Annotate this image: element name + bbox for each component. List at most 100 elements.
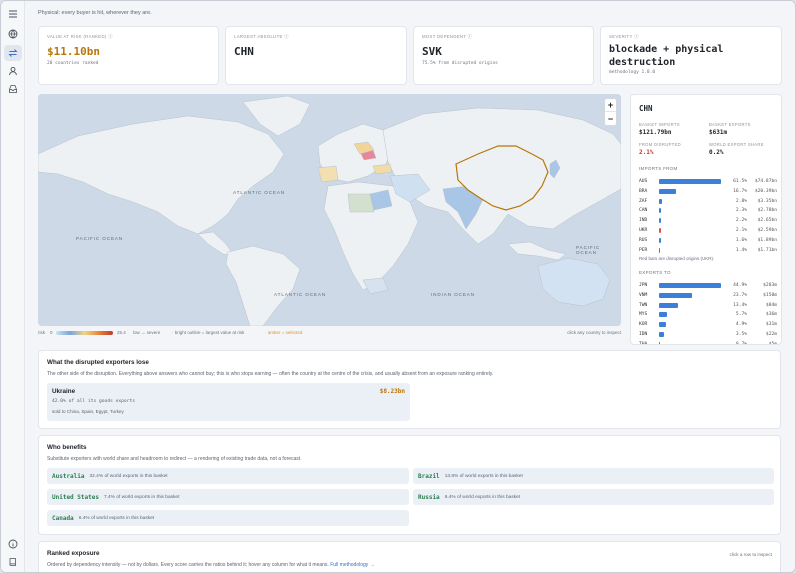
bar-country-code: THA	[639, 341, 648, 345]
bar-fill	[659, 188, 676, 194]
legend-gradient	[56, 331, 113, 335]
info-icon[interactable]: ⓘ	[634, 34, 639, 39]
bar-country-code: TWN	[639, 302, 648, 308]
bar-percent: 2.2%	[735, 218, 747, 224]
bar-row[interactable]: ZAF 2.8% $3.35bn	[639, 198, 777, 206]
inbox-icon[interactable]	[4, 81, 22, 97]
info-icon[interactable]: ⓘ	[284, 34, 289, 39]
legend-max: 25.4	[117, 330, 126, 335]
benefit-item[interactable]: Canada 6.4% of world exports in this bas…	[47, 510, 409, 526]
user-icon[interactable]	[4, 63, 22, 79]
info-icon[interactable]: ⓘ	[468, 34, 473, 39]
benefit-item[interactable]: Australia 32.4% of world exports in this…	[47, 468, 409, 484]
bar-row[interactable]: JPN 44.9% $283m	[639, 282, 777, 290]
bar-country-code: VNM	[639, 292, 648, 298]
ocean-label: PACIFIC OCEAN	[76, 236, 124, 241]
bar-track	[659, 247, 721, 253]
libya	[347, 193, 375, 213]
bar-percent: 5.7%	[735, 312, 747, 318]
info-icon[interactable]	[4, 536, 22, 552]
bar-track	[659, 237, 721, 243]
world-map[interactable]: ATLANTIC OCEAN PACIFIC OCEAN ATLANTIC OC…	[38, 94, 621, 326]
bar-value: $2.59bn	[757, 228, 777, 233]
legend-hint: click any country to inspect	[567, 330, 621, 335]
bar-percent: 1.4%	[735, 247, 747, 253]
swap-icon[interactable]	[4, 45, 22, 61]
methodology-link[interactable]: Full methodology →	[330, 562, 374, 568]
country-detail-panel: CHN Basket imports $121.79bn Basket expo…	[630, 94, 782, 345]
bar-row[interactable]: KOR 4.9% $31m	[639, 321, 777, 329]
bar-track	[659, 332, 721, 337]
bar-row[interactable]: IND 2.2% $2.65bn	[639, 217, 777, 225]
legend-outline-note: · bright outline = largest value at risk	[172, 330, 245, 335]
bar-value: $1.89bn	[757, 237, 777, 243]
bar-country-code: UKR	[639, 228, 648, 233]
stat-label: Basket exports	[709, 122, 751, 127]
turkey	[372, 163, 393, 175]
zoom-in-button[interactable]: +	[605, 99, 616, 112]
bar-row[interactable]: RUS 1.6% $1.89bn	[639, 237, 777, 245]
bar-country-code: BRA	[639, 188, 648, 194]
stat-basket-exports: Basket exports $631m	[709, 122, 777, 136]
bar-value: $74.87bn	[754, 179, 777, 184]
bar-value: $2.65bn	[757, 218, 777, 224]
bar-row[interactable]: MYS 5.7% $36m	[639, 311, 777, 319]
globe-icon[interactable]	[4, 26, 22, 42]
bar-row[interactable]: THA 0.7% $5m	[639, 341, 777, 345]
bar-fill	[659, 312, 667, 318]
zoom-out-button[interactable]: −	[605, 112, 616, 125]
bar-row[interactable]: UKR 2.1% $2.59bn	[639, 227, 777, 235]
panel-desc: Ordered by dependency intensity — not by…	[47, 562, 375, 568]
exporter-card-ukraine[interactable]: Ukraine $8.23bn 42.0% of all its goods e…	[47, 383, 410, 421]
ranked-hint: click a row to inspect	[729, 552, 772, 557]
kpi-value: CHN	[234, 45, 254, 58]
stat-label: From disrupted	[639, 142, 681, 147]
stat-value: $631m	[709, 129, 728, 136]
kpi-value: $11.10bn	[47, 45, 100, 58]
bar-track	[659, 218, 721, 224]
benefit-country: Canada	[52, 514, 74, 522]
bar-country-code: ZAF	[639, 198, 648, 204]
ocean-label: ATLANTIC OCEAN	[274, 292, 327, 297]
benefit-item[interactable]: Russia 6.4% of world exports in this bas…	[413, 489, 774, 505]
bar-row[interactable]: PER 1.4% $1.71bn	[639, 247, 777, 255]
page-subtitle: Physical: every buyer is hit, wherever t…	[38, 10, 152, 16]
ocean-label: ATLANTIC OCEAN	[233, 190, 286, 195]
menu-icon[interactable]	[4, 6, 22, 22]
bar-percent: 3.5%	[735, 332, 747, 337]
bar-track	[659, 322, 721, 328]
benefit-text: 6.4% of world exports in this basket	[444, 494, 521, 500]
kpi-value: SVK	[422, 45, 442, 58]
panel-desc: The other side of the disruption. Everyt…	[47, 371, 494, 377]
kpi-label: Most dependent ⓘ	[422, 34, 473, 39]
bar-value: $36m	[765, 312, 777, 318]
ranked-panel: Ranked exposure Ordered by dependency in…	[38, 541, 781, 572]
map-canvas[interactable]	[38, 94, 621, 326]
map-legend: risk 0 25.4 low → severe · bright outlin…	[38, 330, 621, 338]
info-icon[interactable]: ⓘ	[108, 34, 113, 39]
ocean-label: PACIFIC OCEAN	[576, 245, 601, 255]
benefit-item[interactable]: Brazil 13.8% of world exports in this ba…	[413, 468, 774, 484]
bar-value: $2.78bn	[757, 208, 777, 214]
kpi-label: Value at risk (ranked) ⓘ	[47, 34, 113, 39]
bar-country-code: JPN	[639, 283, 648, 288]
legend-scale-note: low → severe	[133, 330, 161, 335]
bar-row[interactable]: BRA 16.7% $20.39bn	[639, 188, 777, 196]
book-icon[interactable]	[4, 554, 22, 570]
bar-track	[659, 188, 721, 194]
bar-value: $3.35bn	[757, 198, 777, 204]
bar-row[interactable]: TWN 13.4% $84m	[639, 302, 777, 310]
bar-country-code: AUS	[639, 179, 648, 184]
bar-row[interactable]: AUS 61.5% $74.87bn	[639, 178, 777, 186]
bar-value: $5m	[768, 341, 777, 345]
benefit-item[interactable]: United States 7.4% of world exports in t…	[47, 489, 409, 505]
bar-percent: 0.7%	[735, 341, 747, 345]
bar-percent: 2.1%	[735, 228, 747, 233]
exports-heading: Exports to	[639, 270, 671, 275]
bar-row[interactable]: IDN 3.5% $22m	[639, 331, 777, 339]
kpi-sub: 20 countries ranked	[47, 61, 99, 66]
bar-country-code: PER	[639, 247, 648, 253]
bar-row[interactable]: CAN 2.3% $2.78bn	[639, 207, 777, 215]
bar-track	[659, 312, 721, 318]
bar-row[interactable]: VNM 23.7% $150m	[639, 292, 777, 300]
